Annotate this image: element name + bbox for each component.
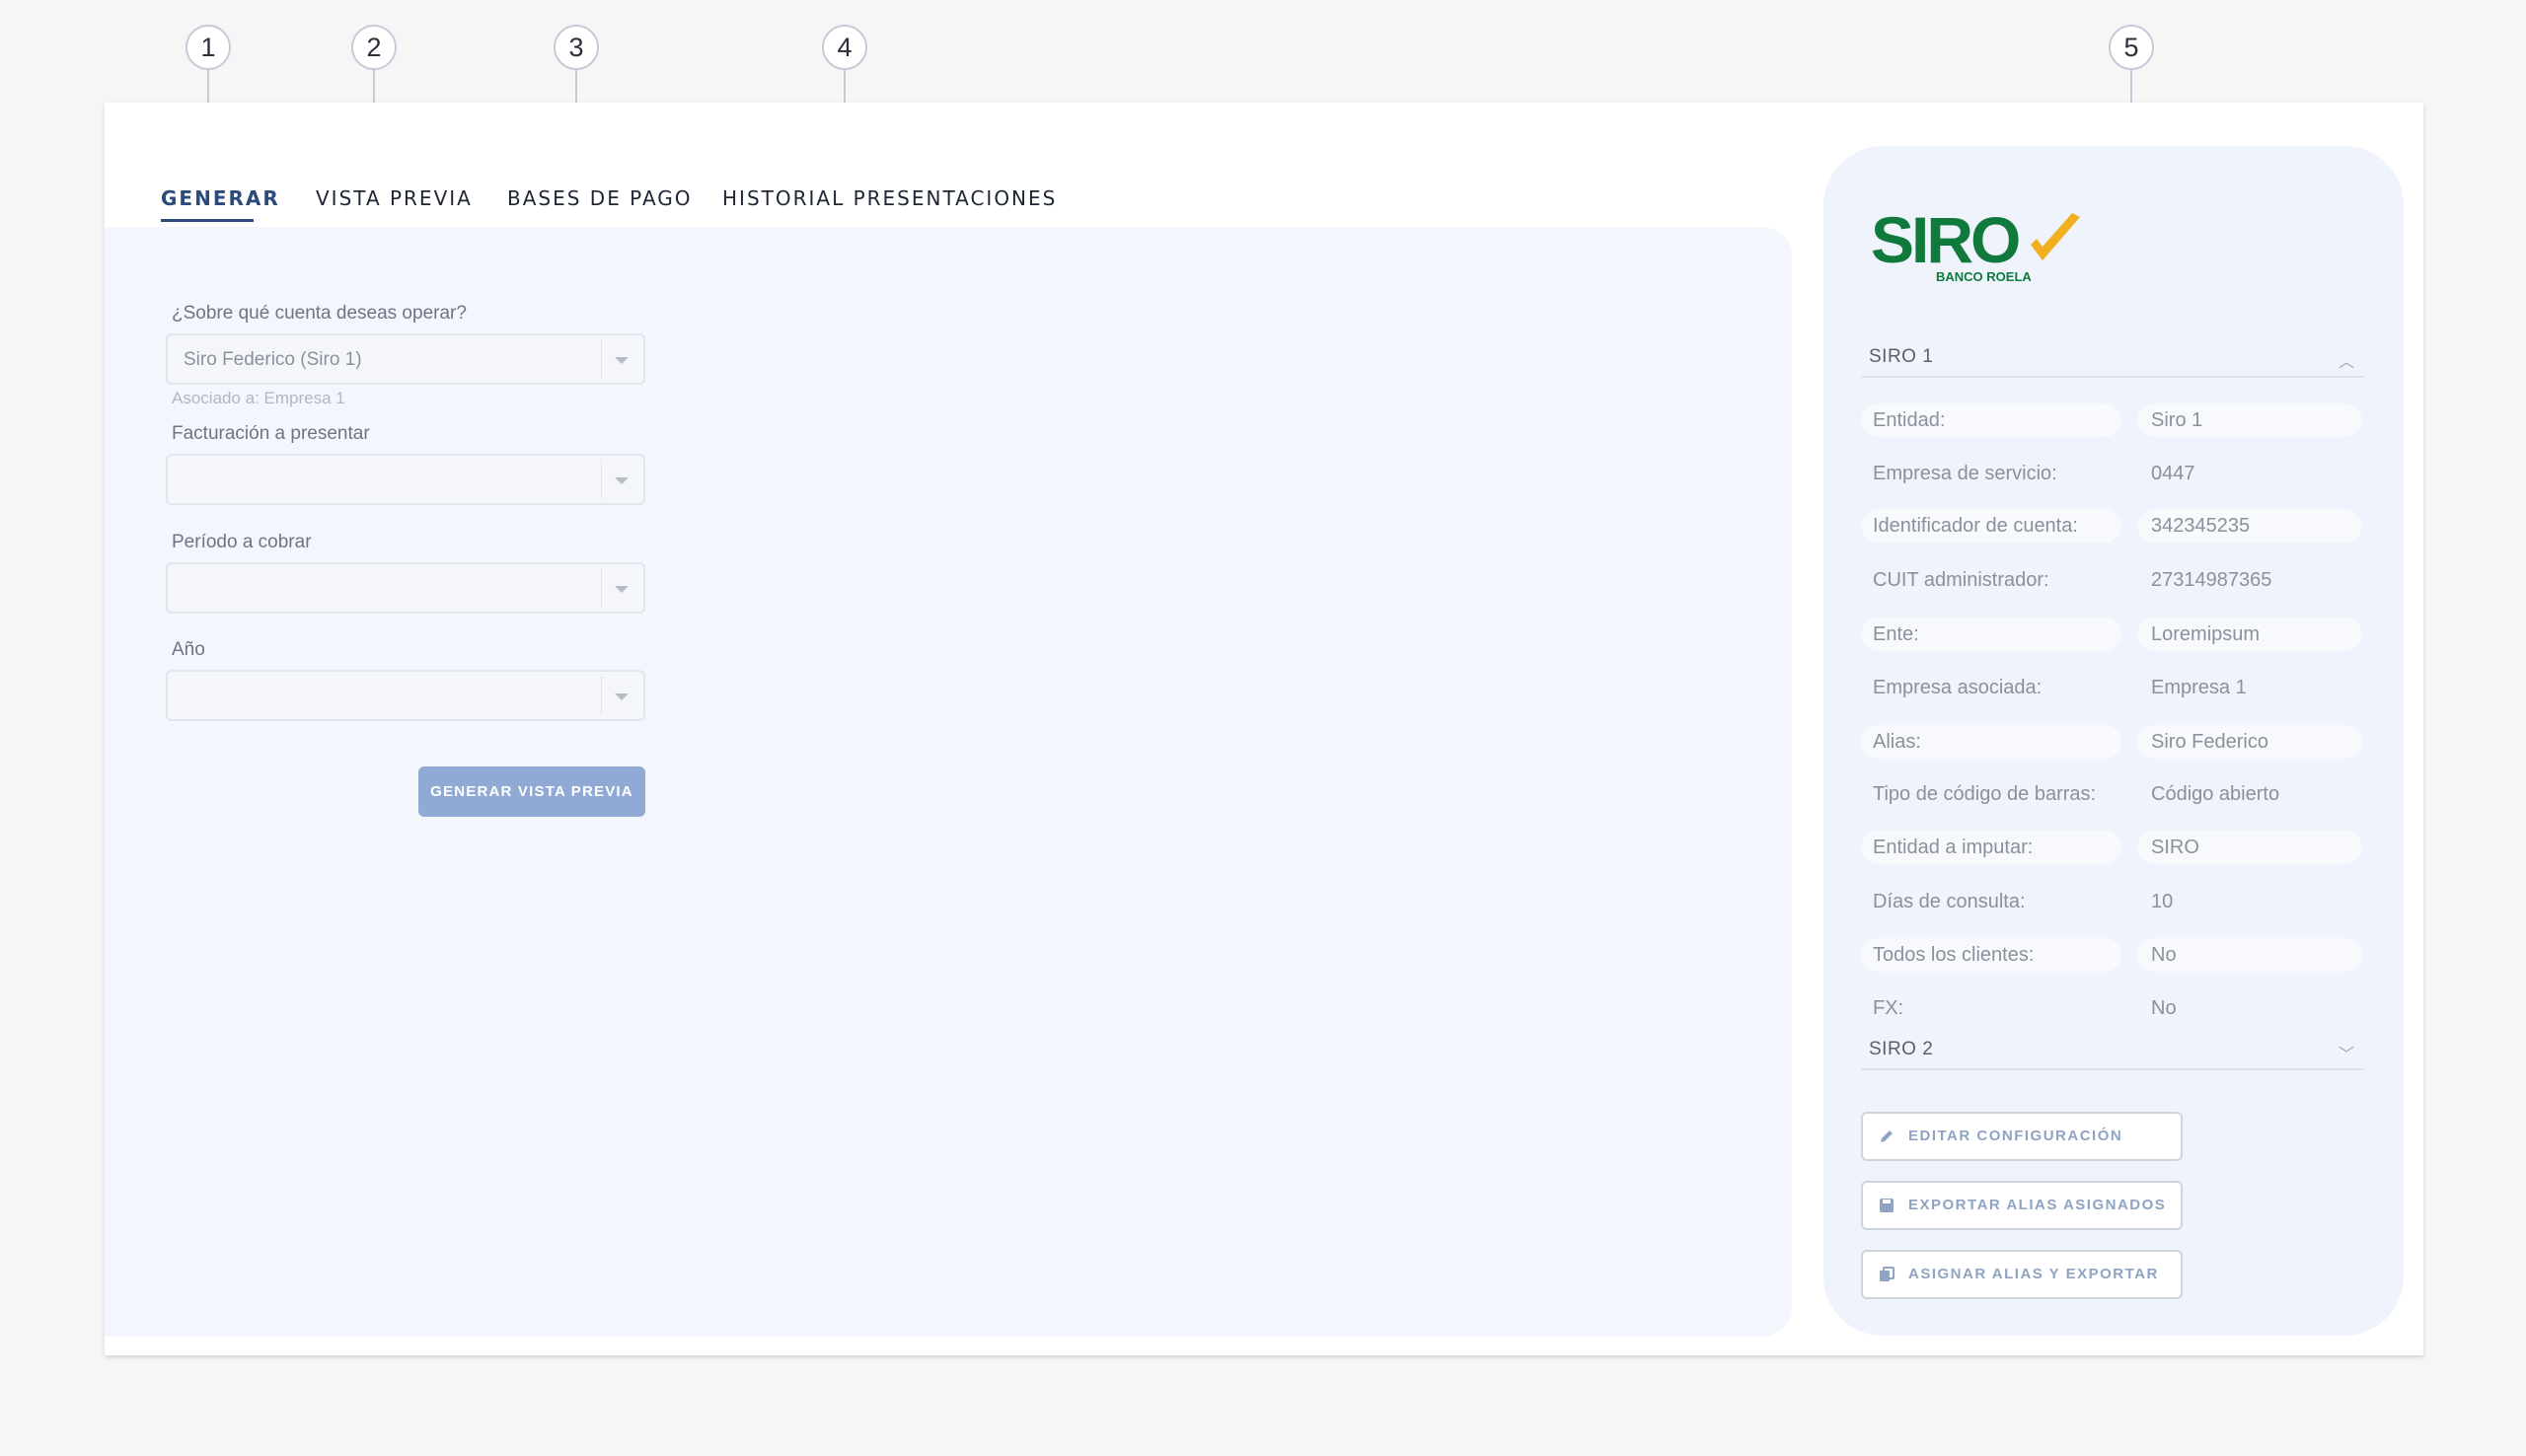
assign-export-label: ASIGNAR ALIAS Y EXPORTAR bbox=[1908, 1266, 2159, 1282]
property-row: Todos los clientes: No bbox=[1861, 938, 2364, 972]
accordion-siro-1[interactable]: SIRO 1 ︿ bbox=[1861, 340, 2364, 378]
active-tab-indicator bbox=[161, 219, 254, 222]
property-value: 0447 bbox=[2151, 463, 2195, 484]
accordion-title: SIRO 2 bbox=[1869, 1039, 1934, 1059]
callout-3: 3 bbox=[554, 25, 599, 70]
property-label: Entidad a imputar: bbox=[1861, 831, 2121, 864]
logo-subtext: BANCO ROELA bbox=[1936, 269, 2032, 284]
property-label: Tipo de código de barras: bbox=[1873, 783, 2097, 805]
property-label: CUIT administrador: bbox=[1873, 569, 2049, 591]
property-label: Identificador de cuenta: bbox=[1861, 509, 2121, 543]
property-row: CUIT administrador: 27314987365 bbox=[1861, 563, 2364, 597]
property-value: 342345235 bbox=[2137, 509, 2362, 543]
callout-4: 4 bbox=[822, 25, 867, 70]
callout-1: 1 bbox=[186, 25, 231, 70]
chevron-down-icon bbox=[615, 477, 629, 484]
account-label: ¿Sobre qué cuenta deseas operar? bbox=[172, 303, 467, 324]
property-row: Identificador de cuenta: 342345235 bbox=[1861, 509, 2364, 543]
property-row: Días de consulta: 10 bbox=[1861, 885, 2364, 918]
generate-form-panel bbox=[105, 227, 1792, 1337]
logo-check-mark bbox=[2031, 213, 2080, 260]
account-select[interactable]: Siro Federico (Siro 1) bbox=[166, 333, 645, 385]
property-label: Todos los clientes: bbox=[1861, 938, 2121, 972]
property-label: Alias: bbox=[1861, 725, 2121, 759]
save-icon bbox=[1880, 1199, 1894, 1212]
edit-config-button[interactable]: EDITAR CONFIGURACIÓN bbox=[1861, 1112, 2183, 1161]
billing-select[interactable] bbox=[166, 454, 645, 505]
chevron-up-icon: ︿ bbox=[2338, 354, 2354, 371]
property-value: Siro 1 bbox=[2137, 403, 2362, 437]
export-alias-label: EXPORTAR ALIAS ASIGNADOS bbox=[1908, 1197, 2167, 1213]
property-value: Siro Federico bbox=[2137, 725, 2362, 759]
property-row: Tipo de código de barras: Código abierto bbox=[1861, 777, 2364, 811]
chevron-down-icon bbox=[615, 357, 629, 364]
siro-logo: SIRO BANCO ROELA bbox=[1871, 209, 2080, 284]
property-row: Alias: Siro Federico bbox=[1861, 725, 2364, 759]
generate-preview-button[interactable]: GENERAR VISTA PREVIA bbox=[418, 766, 645, 817]
callout-2: 2 bbox=[351, 25, 397, 70]
property-row: Entidad: Siro 1 bbox=[1861, 403, 2364, 437]
property-value: 10 bbox=[2151, 891, 2174, 912]
chevron-down-icon bbox=[615, 693, 629, 700]
select-divider bbox=[601, 339, 602, 379]
chevron-down-icon bbox=[615, 586, 629, 593]
property-label: Ente: bbox=[1861, 618, 2121, 651]
year-label: Año bbox=[172, 639, 205, 660]
property-row: Empresa asociada: Empresa 1 bbox=[1861, 671, 2364, 704]
year-select[interactable] bbox=[166, 670, 645, 721]
tab-vista-previa[interactable]: VISTA PREVIA bbox=[316, 186, 473, 210]
select-divider bbox=[601, 568, 602, 608]
property-label: Empresa asociada: bbox=[1873, 677, 2043, 698]
property-value: No bbox=[2137, 938, 2362, 972]
assign-export-button[interactable]: ASIGNAR ALIAS Y EXPORTAR bbox=[1861, 1250, 2183, 1299]
callout-5: 5 bbox=[2109, 25, 2154, 70]
property-value: SIRO bbox=[2137, 831, 2362, 864]
property-value: 27314987365 bbox=[2151, 569, 2272, 591]
select-divider bbox=[601, 676, 602, 715]
property-value: Código abierto bbox=[2151, 783, 2280, 805]
tab-generar[interactable]: GENERAR bbox=[161, 186, 280, 210]
accordion-siro-2[interactable]: SIRO 2 ﹀ bbox=[1861, 1033, 2364, 1070]
property-label: Días de consulta: bbox=[1873, 891, 2026, 912]
account-hint: Asociado a: Empresa 1 bbox=[172, 389, 345, 407]
period-select[interactable] bbox=[166, 562, 645, 614]
export-alias-button[interactable]: EXPORTAR ALIAS ASIGNADOS bbox=[1861, 1181, 2183, 1230]
billing-label: Facturación a presentar bbox=[172, 423, 370, 444]
property-value: Empresa 1 bbox=[2151, 677, 2247, 698]
select-divider bbox=[601, 460, 602, 499]
copy-icon bbox=[1880, 1267, 1894, 1281]
property-label: Entidad: bbox=[1861, 403, 2121, 437]
property-row: Ente: Loremipsum bbox=[1861, 618, 2364, 651]
tab-historial-presentaciones[interactable]: HISTORIAL PRESENTACIONES bbox=[722, 186, 1057, 210]
logo-wordmark: SIRO bbox=[1871, 209, 2019, 276]
property-row: FX: No bbox=[1861, 991, 2364, 1025]
property-row: Entidad a imputar: SIRO bbox=[1861, 831, 2364, 864]
tab-bases-de-pago[interactable]: BASES DE PAGO bbox=[507, 186, 693, 210]
property-label: Empresa de servicio: bbox=[1873, 463, 2057, 484]
property-row: Empresa de servicio: 0447 bbox=[1861, 457, 2364, 490]
edit-config-label: EDITAR CONFIGURACIÓN bbox=[1908, 1128, 2123, 1144]
chevron-down-icon: ﹀ bbox=[2338, 1047, 2354, 1063]
period-label: Período a cobrar bbox=[172, 532, 312, 552]
account-select-value: Siro Federico (Siro 1) bbox=[184, 349, 362, 370]
pencil-icon bbox=[1881, 1130, 1893, 1142]
accordion-title: SIRO 1 bbox=[1869, 346, 1934, 367]
property-value: No bbox=[2151, 997, 2177, 1019]
property-value: Loremipsum bbox=[2137, 618, 2362, 651]
property-label: FX: bbox=[1873, 997, 1904, 1019]
